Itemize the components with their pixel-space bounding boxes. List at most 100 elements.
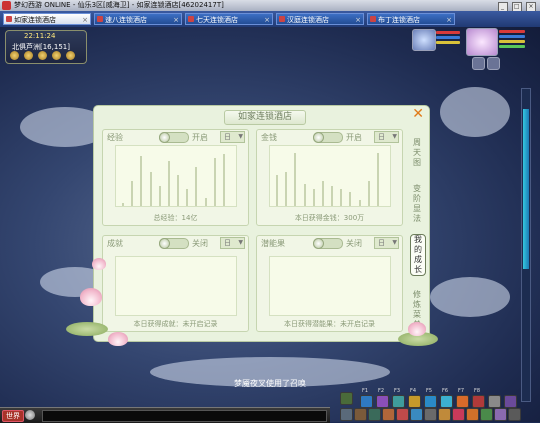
chart-bar (276, 175, 278, 206)
tab-close-icon[interactable]: × (355, 14, 361, 24)
fkey-label: F1 (362, 388, 369, 394)
system-button[interactable] (480, 408, 493, 421)
dropdown-value: 日 (224, 133, 231, 141)
tab-close-icon[interactable]: × (264, 14, 270, 24)
skill-slot[interactable] (504, 395, 517, 408)
toggle-knob[interactable] (159, 238, 170, 249)
tab-close-icon[interactable]: × (82, 14, 88, 24)
system-button[interactable] (396, 408, 409, 421)
record-toggle[interactable] (159, 238, 189, 249)
tab-app-icon (97, 16, 103, 22)
chart-bar (122, 203, 124, 206)
world-icon[interactable] (23, 51, 33, 60)
pet-avatar[interactable] (412, 29, 436, 51)
period-dropdown[interactable]: 日 ▼ (220, 131, 245, 143)
right-scrollbar[interactable] (521, 88, 531, 402)
chart-bar (358, 200, 361, 206)
toggle-knob[interactable] (313, 132, 324, 143)
period-dropdown[interactable]: 日 ▼ (220, 237, 245, 249)
skill-slot[interactable] (408, 395, 421, 408)
tab-rujia[interactable]: 如家连锁酒店 × (3, 13, 91, 25)
skill-slot[interactable] (376, 395, 389, 408)
skill-bar: F1 F2 F3 F4 F5 F6 F7 F8 (338, 388, 528, 422)
chevron-down-icon: ▼ (238, 133, 243, 140)
side-tab-transform[interactable]: 变 阶 显 法 (410, 184, 424, 224)
player-hp-bar (499, 30, 525, 33)
system-button[interactable] (508, 408, 521, 421)
side-tab-map[interactable]: 周 天 图 (410, 138, 424, 168)
chat-channel-button[interactable]: 世界 (2, 410, 24, 422)
chart-bar (204, 198, 207, 206)
system-button[interactable] (410, 408, 423, 421)
chat-input[interactable] (42, 410, 327, 422)
skill-slot[interactable] (360, 395, 373, 408)
record-toggle[interactable] (313, 132, 343, 143)
chart-bar (158, 186, 161, 206)
panel-close-button[interactable]: ✕ (412, 106, 424, 122)
tab-label: 布丁连锁酒店 (378, 16, 420, 24)
system-button[interactable] (466, 408, 479, 421)
toggle-knob[interactable] (313, 238, 324, 249)
window-title: 梦幻西游 ONLINE - 仙乐3区[威海卫] - 如家连锁酒店[4620241… (14, 1, 224, 9)
tab-label: 汉庭连锁酒店 (287, 16, 329, 24)
tab-label: 速八连锁酒店 (105, 16, 147, 24)
chart-bar (294, 153, 297, 206)
toggle-knob[interactable] (159, 132, 170, 143)
tab-close-icon[interactable]: × (446, 14, 452, 24)
system-button[interactable] (340, 408, 353, 421)
bag-icon[interactable] (51, 51, 61, 60)
chevron-down-icon: ▼ (238, 239, 243, 246)
tab-buding[interactable]: 布丁连锁酒店 × (367, 13, 455, 25)
side-tab-growth[interactable]: 我 的 成 长 (410, 234, 426, 276)
skill-slot[interactable] (488, 395, 501, 408)
player-avatar[interactable] (466, 28, 498, 56)
game-time: 22:11:24 (24, 32, 56, 40)
mail-icon[interactable] (65, 51, 75, 60)
system-button[interactable] (452, 408, 465, 421)
section-label: 经验 (107, 133, 123, 142)
pet-hp-bar (436, 31, 460, 34)
record-toggle[interactable] (159, 132, 189, 143)
chart-bar (131, 181, 134, 206)
fkey-label: F7 (458, 388, 465, 394)
map-icon[interactable] (10, 51, 19, 60)
system-button[interactable] (382, 408, 395, 421)
system-button[interactable] (368, 408, 381, 421)
system-button[interactable] (438, 408, 451, 421)
record-toggle[interactable] (313, 238, 343, 249)
system-icon[interactable] (487, 57, 500, 70)
snow-drift (440, 87, 510, 137)
gift-icon[interactable] (37, 51, 47, 60)
dropdown-value: 日 (378, 239, 385, 247)
system-button[interactable] (424, 408, 437, 421)
scrollbar-thumb[interactable] (523, 109, 529, 269)
tab-suba[interactable]: 速八连锁酒店 × (94, 13, 182, 25)
skill-slot[interactable] (456, 395, 469, 408)
tab-label: 七天连锁酒店 (196, 16, 238, 24)
fkey-label: F4 (410, 388, 417, 394)
skill-slot[interactable] (472, 395, 485, 408)
toggle-state: 关闭 (346, 239, 362, 248)
fkey-label: F2 (378, 388, 385, 394)
period-dropdown[interactable]: 日 ▼ (374, 131, 399, 143)
minimap[interactable]: 22:11:24 北俱芦洲[16,151] (5, 30, 87, 64)
skill-slot[interactable] (424, 395, 437, 408)
quick-slot[interactable] (340, 392, 353, 405)
lotus-flower (80, 288, 102, 306)
chart-bar (222, 154, 225, 206)
system-button[interactable] (494, 408, 507, 421)
skill-slot[interactable] (440, 395, 453, 408)
emote-icon[interactable] (25, 410, 35, 420)
tab-qitian[interactable]: 七天连锁酒店 × (185, 13, 273, 25)
money-chart (269, 145, 391, 207)
skill-slot[interactable] (392, 395, 405, 408)
player-exp-bar (499, 45, 525, 48)
dropdown-value: 日 (378, 133, 385, 141)
toggle-state: 关闭 (192, 239, 208, 248)
settings-icon[interactable] (472, 57, 485, 70)
system-button[interactable] (354, 408, 367, 421)
period-dropdown[interactable]: 日 ▼ (374, 237, 399, 249)
tab-close-icon[interactable]: × (173, 14, 179, 24)
fkey-label: F6 (442, 388, 449, 394)
tab-hanting[interactable]: 汉庭连锁酒店 × (276, 13, 364, 25)
